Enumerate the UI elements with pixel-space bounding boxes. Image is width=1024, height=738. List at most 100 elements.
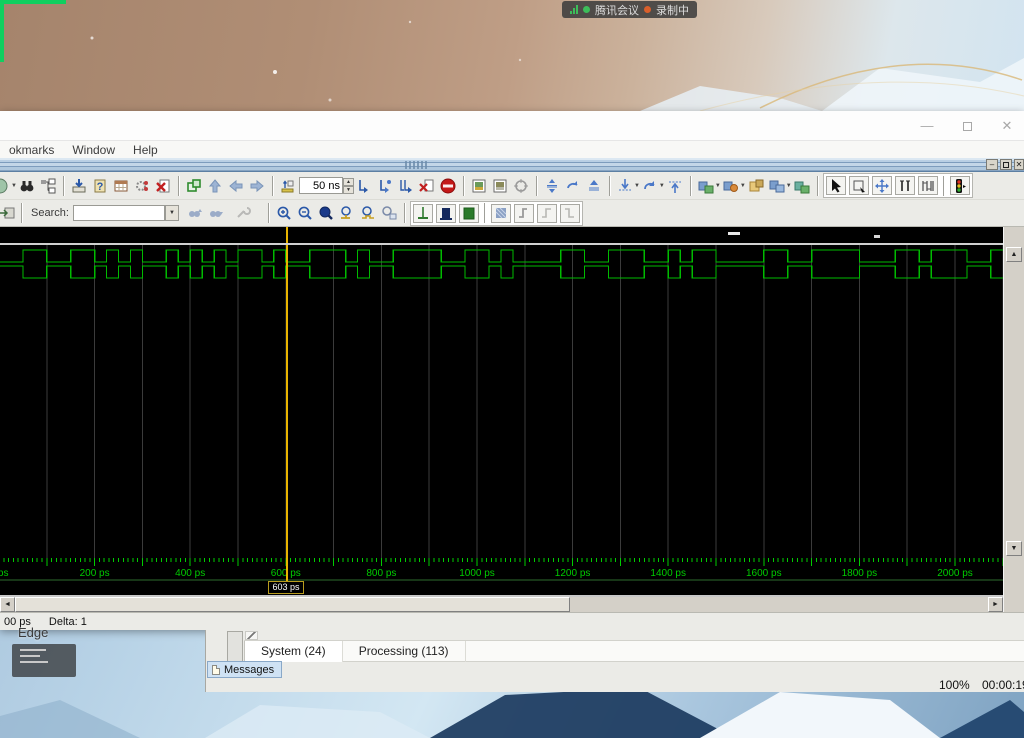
- break-button[interactable]: [417, 175, 438, 196]
- zoom-full-button[interactable]: [316, 203, 337, 224]
- expand-time-button[interactable]: [542, 175, 563, 196]
- lock-cursor-button[interactable]: [436, 204, 456, 223]
- minimize-button[interactable]: —: [912, 112, 942, 140]
- zoom-out-button[interactable]: [295, 203, 316, 224]
- horizontal-scroll-thumb[interactable]: [15, 597, 570, 612]
- horizontal-scrollbar[interactable]: ◄ ►: [0, 597, 1003, 612]
- memory-window-button[interactable]: [111, 175, 132, 196]
- find-previous-button[interactable]: [206, 203, 227, 224]
- tab-processing[interactable]: Processing (113): [343, 641, 466, 662]
- dropdown-icon: ▼: [169, 210, 175, 216]
- run-all-button[interactable]: [396, 175, 417, 196]
- forward-button[interactable]: [247, 175, 268, 196]
- layout-window-button[interactable]: [746, 175, 767, 196]
- edit-cursors-button[interactable]: [895, 176, 915, 195]
- zoom-target-button[interactable]: [511, 175, 532, 196]
- pane-minimize-icon: –: [990, 160, 994, 169]
- menu-help[interactable]: Help: [124, 143, 167, 157]
- pane-undock-button[interactable]: [1000, 159, 1012, 170]
- up-level-button[interactable]: [205, 175, 226, 196]
- continue-run-button[interactable]: [375, 175, 396, 196]
- scroll-left-button[interactable]: ◄: [0, 597, 15, 612]
- dock-window-button[interactable]: [696, 175, 717, 196]
- back-button[interactable]: [226, 175, 247, 196]
- stop-button[interactable]: [438, 175, 459, 196]
- help-book-button[interactable]: ?: [90, 175, 111, 196]
- run-length-spinner[interactable]: ▲ ▼: [343, 178, 354, 194]
- main-toolbar: ▼ ?: [0, 172, 1024, 200]
- screenshare-border-top: [0, 0, 66, 4]
- screenshare-border-left: [0, 0, 4, 62]
- restore-layout-button[interactable]: [184, 175, 205, 196]
- restart-button[interactable]: [278, 175, 299, 196]
- tab-messages[interactable]: Messages: [207, 661, 282, 678]
- menu-bookmarks[interactable]: okmarks: [0, 143, 63, 157]
- search-options-button[interactable]: [233, 203, 254, 224]
- svg-text:600 ps: 600 ps: [271, 568, 301, 579]
- scroll-down-button[interactable]: ▼: [1006, 541, 1022, 556]
- edge-next-falling-button[interactable]: [560, 204, 580, 223]
- delete-all-button[interactable]: [153, 175, 174, 196]
- pan-mode-button[interactable]: [872, 176, 892, 195]
- spin-down-icon[interactable]: ▼: [343, 186, 354, 194]
- undock-window-button[interactable]: [721, 175, 742, 196]
- save-simulation-button[interactable]: [69, 175, 90, 196]
- close-button[interactable]: ✕: [992, 112, 1022, 140]
- save-wave-image-button[interactable]: [469, 175, 490, 196]
- maximize-button[interactable]: [952, 112, 982, 140]
- messages-vertical-tab[interactable]: Messa: [227, 631, 243, 664]
- svg-text:200 ps: 200 ps: [80, 568, 110, 579]
- zoom-mode-toggle-button[interactable]: [379, 203, 400, 224]
- select-mode-button[interactable]: [826, 176, 846, 195]
- find-button[interactable]: [17, 175, 38, 196]
- zoom-range-button[interactable]: [358, 203, 379, 224]
- add-selected-to-window-button[interactable]: [0, 203, 17, 224]
- pane-minimize-button[interactable]: –: [986, 159, 998, 170]
- find-next-button[interactable]: [185, 203, 206, 224]
- zoom-cursor-button[interactable]: [337, 203, 358, 224]
- scroll-up-button[interactable]: ▲: [1006, 247, 1022, 262]
- vertical-scrollbar[interactable]: ▲ ▼: [1003, 227, 1024, 612]
- edge-previous-gray-button[interactable]: [514, 204, 534, 223]
- edge-next-rising-button[interactable]: [537, 204, 557, 223]
- windows-button[interactable]: [767, 175, 788, 196]
- svg-text:800 ps: 800 ps: [366, 568, 396, 579]
- expand-hierarchy-button[interactable]: [38, 175, 59, 196]
- title-bar[interactable]: — ✕: [0, 111, 1024, 141]
- pane-close-button[interactable]: ✕: [1014, 159, 1024, 170]
- tab-system[interactable]: System (24): [244, 641, 343, 662]
- spin-up-icon[interactable]: ▲: [343, 178, 354, 186]
- stop-wave-drawing-button[interactable]: [950, 176, 970, 195]
- search-dropdown-button[interactable]: ▼: [165, 205, 179, 221]
- desktop-icon-edge[interactable]: Edge: [18, 625, 48, 640]
- arrow-down-icon: ▼: [1011, 545, 1018, 552]
- toolbar-grip[interactable]: [405, 161, 429, 169]
- mdi-title-strip[interactable]: – ✕: [0, 158, 1024, 172]
- signal-strength-icon: [570, 5, 578, 14]
- move-to-bottom-button[interactable]: [615, 175, 636, 196]
- zoom-in-button[interactable]: [274, 203, 295, 224]
- collapse-time-button[interactable]: [584, 175, 605, 196]
- print-wave-button[interactable]: [490, 175, 511, 196]
- meeting-status-bar[interactable]: 腾讯会议 录制中: [562, 1, 697, 18]
- pane-resize-handle[interactable]: [245, 631, 258, 640]
- interleave-mode-button[interactable]: [918, 176, 938, 195]
- options-gear-button[interactable]: [132, 175, 153, 196]
- run-button[interactable]: [354, 175, 375, 196]
- waveform-canvas[interactable]: 0 ps200 ps400 ps600 ps800 ps1000 ps1200 …: [0, 227, 1003, 612]
- grid-properties-button[interactable]: [491, 204, 511, 223]
- run-length-input[interactable]: [299, 177, 343, 194]
- menu-window[interactable]: Window: [63, 143, 124, 157]
- desktop-widget[interactable]: [12, 644, 76, 677]
- search-input[interactable]: [73, 205, 165, 221]
- refresh-display-button[interactable]: [563, 175, 584, 196]
- arrow-right-icon: ►: [992, 601, 999, 608]
- delete-cursor-button[interactable]: [459, 204, 479, 223]
- insert-cursor-button[interactable]: [413, 204, 433, 223]
- zoom-mode-button[interactable]: [849, 176, 869, 195]
- restore-windows-button[interactable]: [792, 175, 813, 196]
- scroll-right-button[interactable]: ►: [988, 597, 1003, 612]
- cursor-time-flag[interactable]: 603 ps: [268, 581, 304, 594]
- move-to-top-button[interactable]: [665, 175, 686, 196]
- reload-list-button[interactable]: [640, 175, 661, 196]
